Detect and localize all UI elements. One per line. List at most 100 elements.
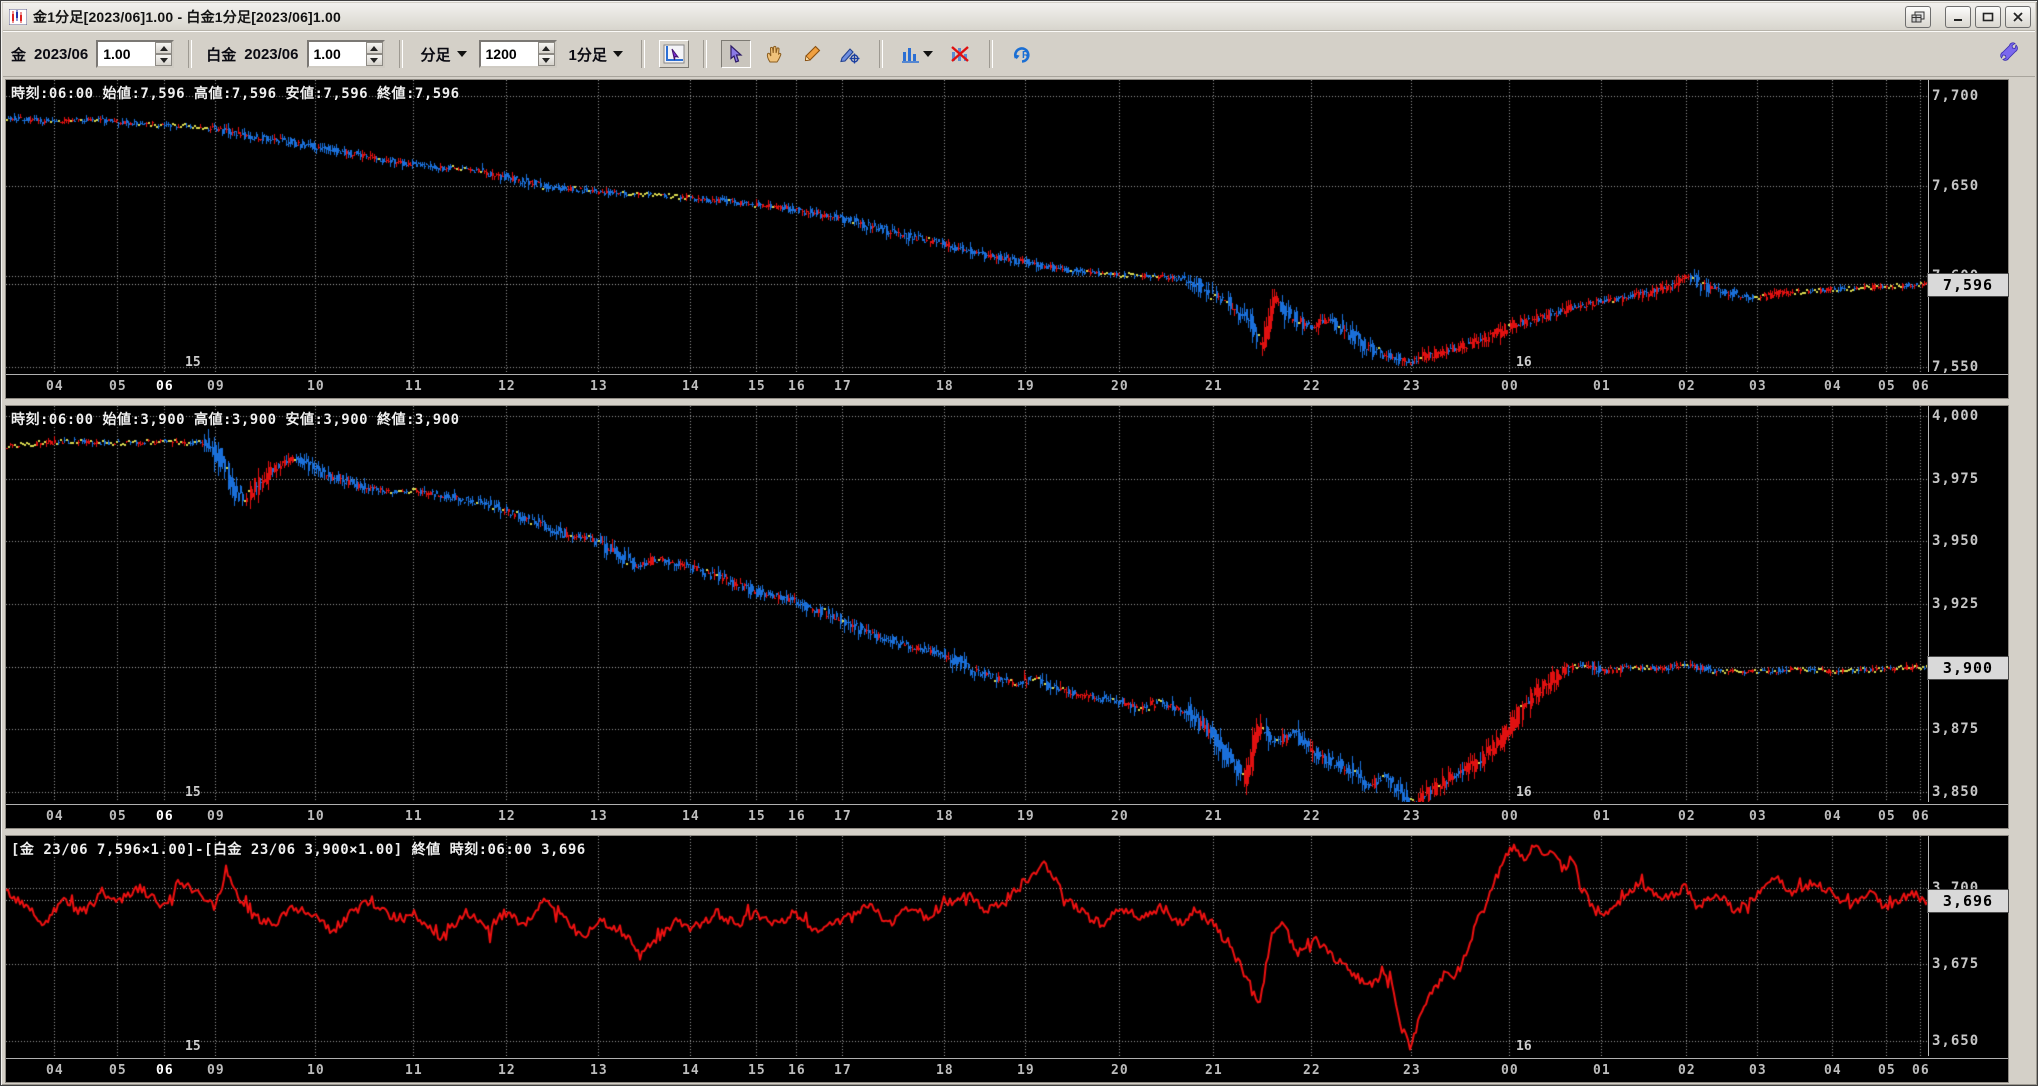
settings-wrench-icon[interactable] bbox=[1997, 41, 2021, 68]
time-tick-label: 16 bbox=[788, 1063, 806, 1078]
chart-type-button[interactable] bbox=[897, 40, 937, 68]
time-tick-label: 19 bbox=[1017, 809, 1035, 824]
maximize-button[interactable] bbox=[1975, 5, 2001, 28]
gold-label: 金 bbox=[11, 46, 27, 64]
gold-ratio-value[interactable]: 1.00 bbox=[98, 42, 155, 66]
bar-count-value[interactable]: 1200 bbox=[481, 42, 538, 66]
bar-count-spinner[interactable]: 1200 bbox=[478, 40, 557, 68]
time-tick-label: 20 bbox=[1111, 379, 1129, 394]
current-price-label: 3,696 bbox=[1927, 889, 2009, 913]
time-tick-label: 05 bbox=[1878, 809, 1896, 824]
time-tick-label: 09 bbox=[207, 809, 225, 824]
gold-month-select[interactable]: 2023/06 bbox=[34, 46, 88, 63]
time-tick-label: 02 bbox=[1678, 809, 1696, 824]
session-date-mark: 16 bbox=[1516, 785, 1532, 800]
bar-type-dropdown[interactable]: 分足 bbox=[417, 42, 471, 67]
panel-gold: 時刻:06:00 始値:7,596 高値:7,596 安値:7,596 終値:7… bbox=[5, 79, 2009, 399]
interval-dropdown[interactable]: 1分足 bbox=[565, 42, 627, 67]
platinum-ratio-value[interactable]: 1.00 bbox=[309, 42, 366, 66]
pan-hand-tool-button[interactable] bbox=[759, 40, 789, 68]
bar-count-up-button[interactable] bbox=[537, 42, 555, 54]
gold-ratio-down-button[interactable] bbox=[155, 54, 173, 66]
marker-crosshair-tool-button[interactable] bbox=[835, 40, 865, 68]
current-price-label: 3,900 bbox=[1927, 656, 2009, 680]
price-tick-label: 3,925 bbox=[1932, 596, 1980, 612]
spread-chart-canvas[interactable] bbox=[6, 836, 1929, 1056]
chart-pointer-tool-button[interactable] bbox=[658, 40, 689, 68]
time-tick-label: 13 bbox=[590, 809, 608, 824]
time-tick-label: 17 bbox=[834, 809, 852, 824]
time-tick-label: 15 bbox=[748, 1063, 766, 1078]
minimize-button[interactable] bbox=[1945, 5, 1971, 28]
platinum-chart-canvas[interactable] bbox=[6, 406, 1929, 802]
time-tick-label: 21 bbox=[1205, 809, 1223, 824]
gold-ratio-up-button[interactable] bbox=[155, 42, 173, 54]
time-tick-label: 18 bbox=[936, 379, 954, 394]
time-tick-label: 14 bbox=[682, 809, 700, 824]
platinum-price-axis: 4,0003,9753,9503,9253,9003,8753,8503,900 bbox=[1927, 406, 2009, 828]
price-tick-label: 3,675 bbox=[1932, 956, 1980, 972]
platinum-label: 白金 bbox=[206, 46, 237, 64]
session-date-mark: 16 bbox=[1516, 1039, 1532, 1054]
time-tick-label: 03 bbox=[1749, 379, 1767, 394]
time-tick-label: 00 bbox=[1501, 379, 1519, 394]
toolbar-separator bbox=[398, 40, 403, 68]
chart-area: 時刻:06:00 始値:7,596 高値:7,596 安値:7,596 終値:7… bbox=[5, 79, 2009, 1083]
panel-spread: [金 23/06 7,596×1.00]-[白金 23/06 3,900×1.0… bbox=[5, 835, 2009, 1083]
time-tick-label: 18 bbox=[936, 809, 954, 824]
time-tick-label: 02 bbox=[1678, 379, 1696, 394]
time-tick-label: 22 bbox=[1303, 379, 1321, 394]
clear-chart-button[interactable] bbox=[945, 40, 975, 68]
bar-chart-icon bbox=[902, 48, 920, 63]
gold-time-axis: 04 05 06 09 10 11 12 13 14 15 16 17 18 19 20 21 22 23 00 01… bbox=[6, 374, 2008, 398]
refresh-chart-button[interactable]: R bbox=[1007, 40, 1037, 68]
chevron-down-icon bbox=[923, 51, 934, 57]
close-button[interactable] bbox=[2005, 5, 2031, 28]
time-tick-label: 02 bbox=[1678, 1063, 1696, 1078]
time-tick-label: 05 bbox=[109, 809, 127, 824]
time-tick-label: 13 bbox=[590, 1063, 608, 1078]
time-tick-label: 21 bbox=[1205, 379, 1223, 394]
time-tick-label: 11 bbox=[405, 809, 423, 824]
hand-icon bbox=[766, 45, 782, 63]
time-tick-label: 05 bbox=[1878, 379, 1896, 394]
time-tick-label: 12 bbox=[498, 809, 516, 824]
time-tick-label: 01 bbox=[1593, 809, 1611, 824]
time-tick-label: 06 bbox=[1912, 1063, 1930, 1078]
time-tick-label: 21 bbox=[1205, 1063, 1223, 1078]
platinum-month-select[interactable]: 2023/06 bbox=[244, 46, 298, 63]
time-tick-label: 04 bbox=[1824, 809, 1842, 824]
time-tick-label: 11 bbox=[405, 1063, 423, 1078]
gold-chart-canvas[interactable] bbox=[6, 80, 1929, 372]
platinum-ratio-spinner[interactable]: 1.00 bbox=[306, 40, 385, 68]
refresh-R-icon: R bbox=[1013, 47, 1030, 63]
select-arrow-icon bbox=[730, 44, 743, 63]
pencil-draw-tool-button[interactable] bbox=[797, 40, 827, 68]
platinum-ratio-down-button[interactable] bbox=[365, 54, 383, 66]
time-tick-label: 16 bbox=[788, 809, 806, 824]
chevron-down-icon bbox=[456, 51, 467, 57]
time-tick-label: 06 bbox=[156, 809, 174, 824]
time-tick-label: 10 bbox=[307, 809, 325, 824]
time-tick-label: 13 bbox=[590, 379, 608, 394]
bar-count-down-button[interactable] bbox=[537, 54, 555, 66]
price-tick-label: 7,700 bbox=[1932, 88, 1980, 104]
spread-time-axis: 04 05 06 09 10 11 12 13 14 15 16 17 18 19 20 21 22 23 00 01… bbox=[6, 1058, 2008, 1082]
gold-info-text: 時刻:06:00 始値:7,596 高値:7,596 安値:7,596 終値:7… bbox=[11, 86, 460, 102]
time-tick-label: 23 bbox=[1403, 1063, 1421, 1078]
platinum-info-text: 時刻:06:00 始値:3,900 高値:3,900 安値:3,900 終値:3… bbox=[11, 412, 460, 428]
time-tick-label: 00 bbox=[1501, 1063, 1519, 1078]
gold-ratio-spinner[interactable]: 1.00 bbox=[96, 40, 175, 68]
time-tick-label: 20 bbox=[1111, 1063, 1129, 1078]
price-tick-label: 3,975 bbox=[1932, 471, 1980, 487]
platinum-ratio-up-button[interactable] bbox=[365, 42, 383, 54]
time-tick-label: 05 bbox=[109, 379, 127, 394]
time-tick-label: 11 bbox=[405, 379, 423, 394]
price-tick-label: 3,850 bbox=[1932, 784, 1980, 800]
time-tick-label: 22 bbox=[1303, 809, 1321, 824]
select-arrow-tool-button[interactable] bbox=[720, 40, 751, 68]
restore-windows-button[interactable] bbox=[1905, 5, 1931, 28]
time-tick-label: 01 bbox=[1593, 379, 1611, 394]
time-tick-label: 23 bbox=[1403, 809, 1421, 824]
time-tick-label: 17 bbox=[834, 379, 852, 394]
